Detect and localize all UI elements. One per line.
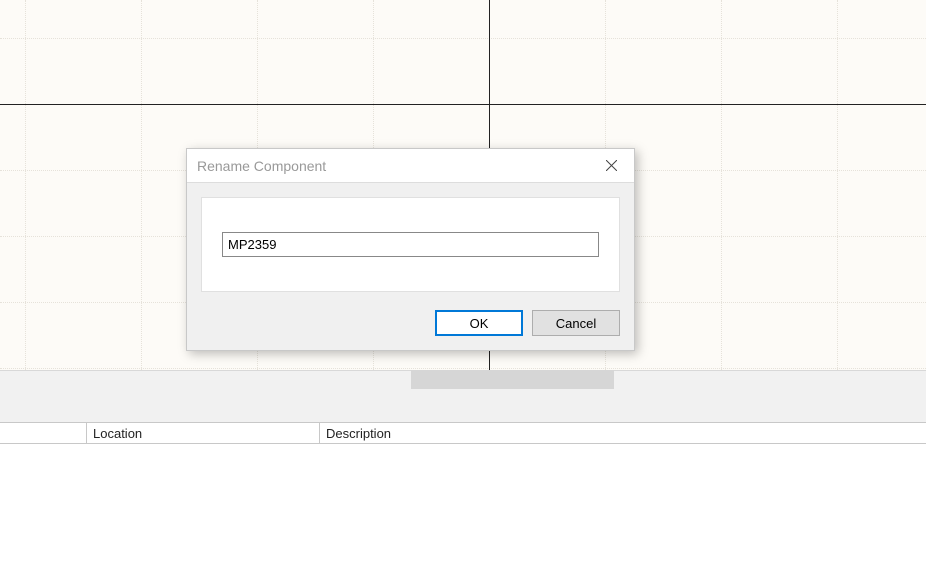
dialog-title: Rename Component bbox=[197, 158, 326, 174]
panel-stub bbox=[411, 370, 614, 389]
ok-button[interactable]: OK bbox=[435, 310, 523, 336]
column-description[interactable]: Description bbox=[319, 423, 926, 443]
cancel-button[interactable]: Cancel bbox=[532, 310, 620, 336]
input-frame bbox=[201, 197, 620, 292]
component-name-input[interactable] bbox=[222, 232, 599, 257]
dialog-titlebar: Rename Component bbox=[187, 149, 634, 183]
close-icon bbox=[606, 159, 617, 174]
close-button[interactable] bbox=[588, 149, 634, 183]
canvas-axis-horizontal bbox=[0, 104, 926, 105]
column-headers: Location Description bbox=[0, 422, 926, 444]
dialog-button-row: OK Cancel bbox=[187, 302, 634, 350]
column-blank[interactable] bbox=[0, 423, 86, 443]
dialog-body bbox=[187, 183, 634, 302]
rename-component-dialog: Rename Component OK Cancel bbox=[186, 148, 635, 351]
column-location[interactable]: Location bbox=[86, 423, 319, 443]
